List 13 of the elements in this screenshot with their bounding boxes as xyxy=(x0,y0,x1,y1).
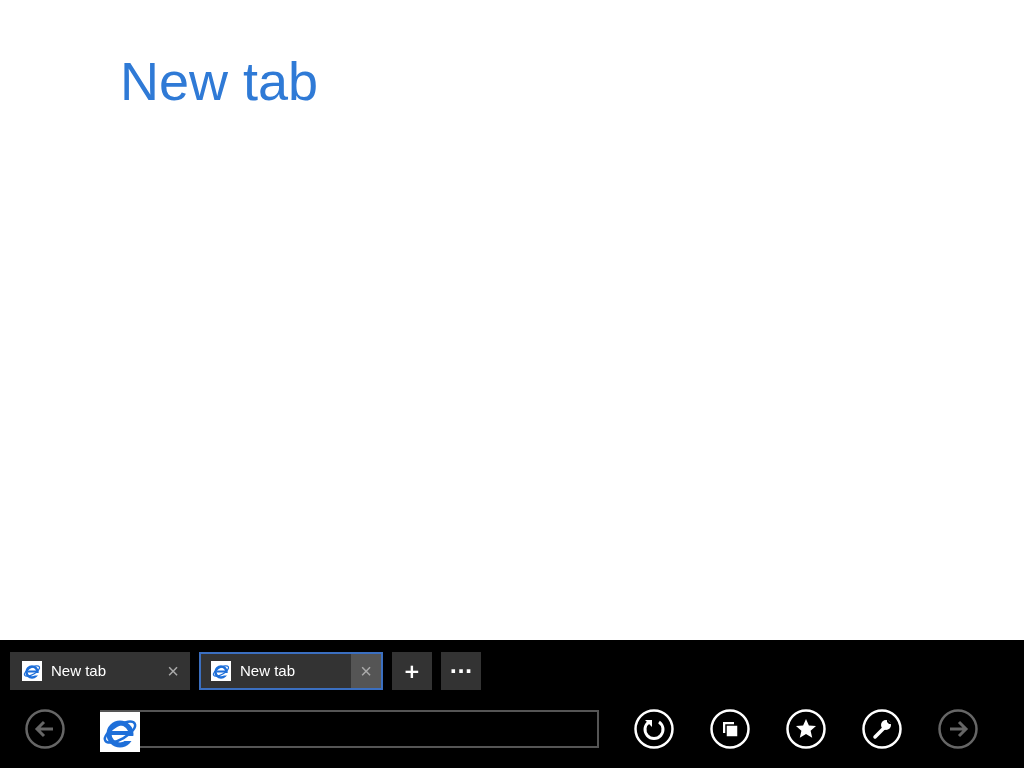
page-heading: New tab xyxy=(120,52,320,112)
refresh-button[interactable] xyxy=(634,709,674,749)
tools-button[interactable] xyxy=(862,709,902,749)
favorites-button[interactable] xyxy=(786,709,826,749)
browser-logo-icon xyxy=(22,661,42,681)
browser-tab[interactable]: New tab × xyxy=(199,652,383,690)
new-tab-button[interactable]: + xyxy=(392,652,432,690)
browser-logo-icon xyxy=(100,712,140,752)
close-tab-button[interactable]: × xyxy=(158,654,188,688)
more-button[interactable]: ··· xyxy=(441,652,481,690)
tabs-button[interactable] xyxy=(710,709,750,749)
browser-tab[interactable]: New tab × xyxy=(10,652,190,690)
browser-logo-icon xyxy=(211,661,231,681)
